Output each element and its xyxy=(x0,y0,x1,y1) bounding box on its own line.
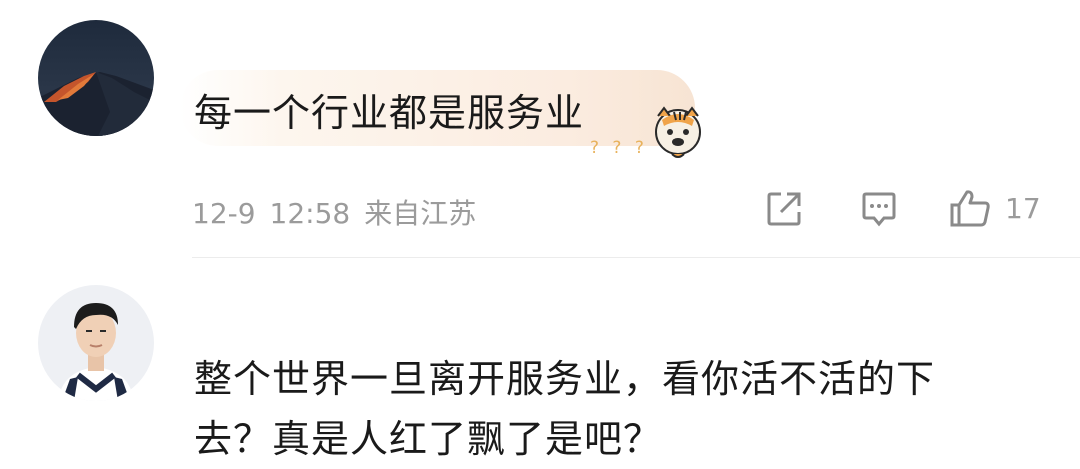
comment-text-line: 整个世界一旦离开服务业，看你活不活的下 xyxy=(194,357,936,401)
thumbs-up-icon xyxy=(950,190,990,227)
comment-divider xyxy=(192,257,1080,258)
comment-date: 12-9 xyxy=(192,197,256,230)
mountain-sunset-avatar xyxy=(38,20,154,136)
share-icon xyxy=(767,192,801,226)
comment-button[interactable] xyxy=(860,190,898,228)
share-button[interactable] xyxy=(765,190,803,228)
comment-text-line: 去？真是人红了飘了是吧？ xyxy=(194,417,663,461)
sticker-question-marks: ? ? ? xyxy=(590,138,648,158)
comment-icon xyxy=(862,192,896,227)
comment-time: 12:58 xyxy=(269,197,351,230)
comment-item: 每一个行业都是服务业 ? ? ? 12-9 12:58 来自江苏 17 xyxy=(0,0,1080,258)
like-count: 17 xyxy=(1005,192,1041,225)
user-avatar[interactable] xyxy=(38,20,154,136)
comment-meta: 12-9 12:58 来自江苏 xyxy=(192,192,476,232)
comment-item: 整个世界一旦离开服务业，看你活不活的下 去？真是人红了飘了是吧？ xyxy=(0,259,1080,466)
tiger-thinking-sticker xyxy=(648,104,710,164)
comment-location: 来自江苏 xyxy=(364,197,477,230)
young-man-avatar xyxy=(38,285,154,401)
comment-text: 每一个行业都是服务业 xyxy=(194,91,585,135)
user-avatar[interactable] xyxy=(38,285,154,401)
comment-text: 整个世界一旦离开服务业，看你活不活的下 去？真是人红了飘了是吧？ xyxy=(194,349,1054,469)
like-button[interactable] xyxy=(948,188,992,228)
